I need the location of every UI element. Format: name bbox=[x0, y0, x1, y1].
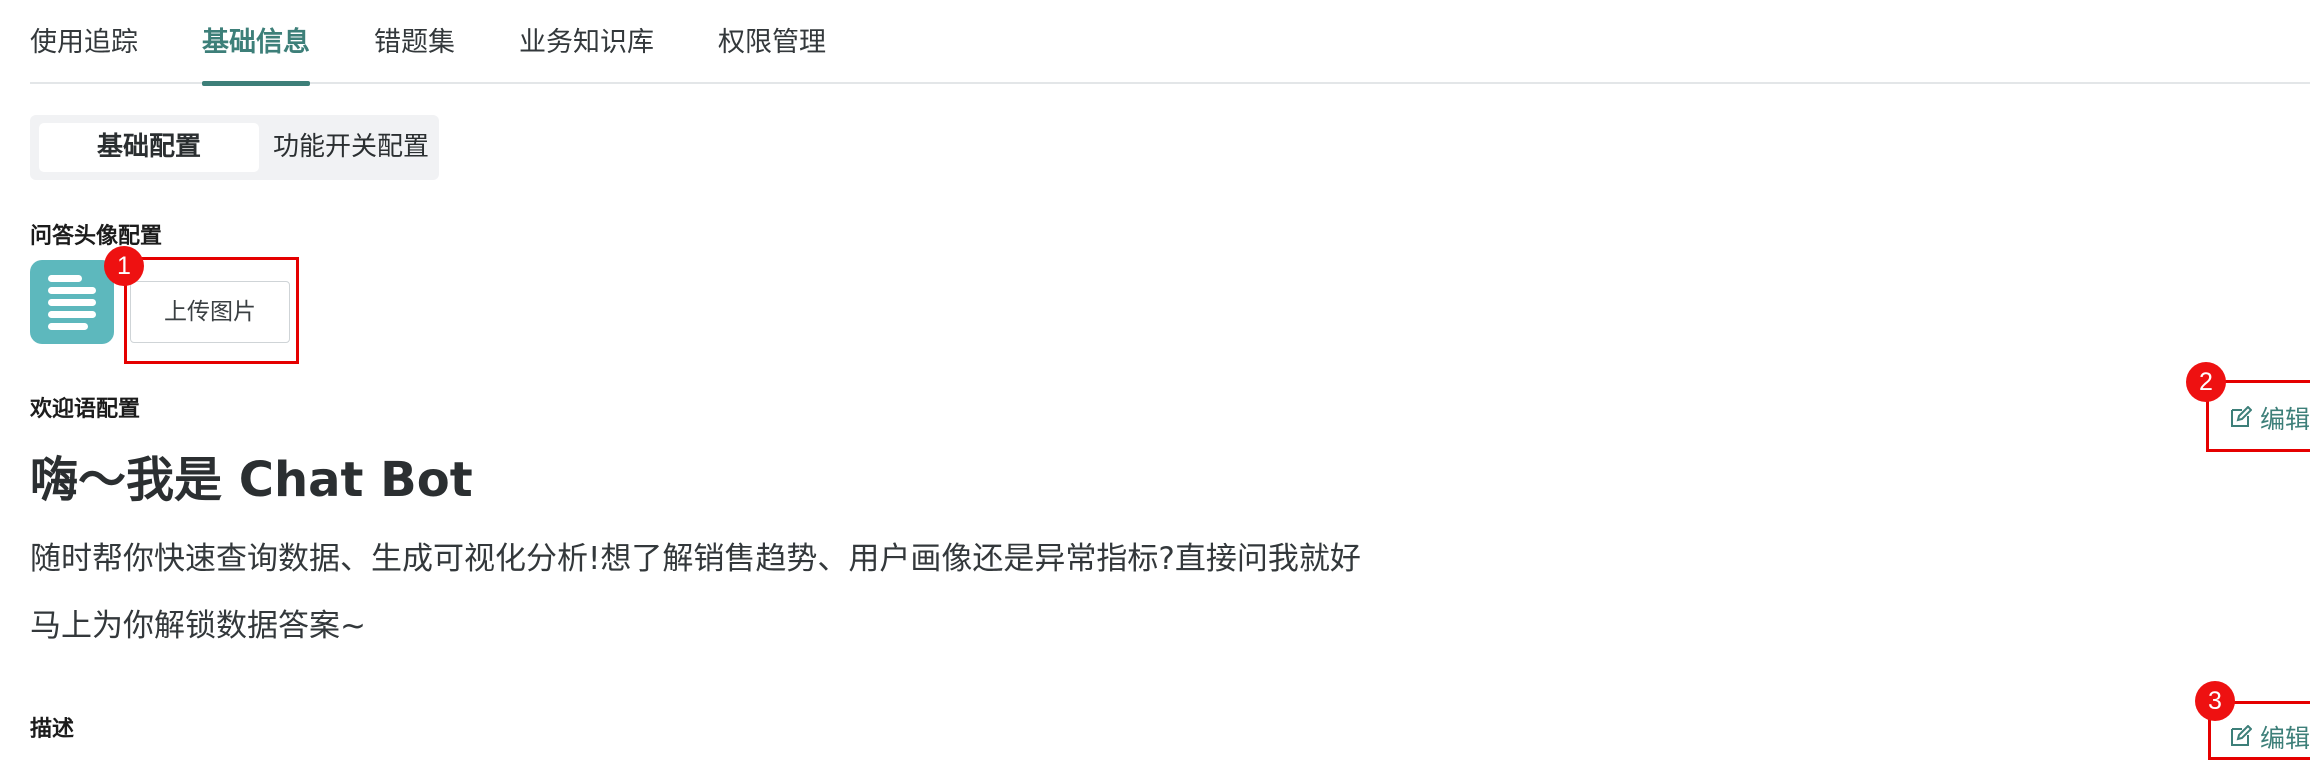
subtab-basic-config[interactable]: 基础配置 bbox=[39, 123, 259, 172]
lines-icon-line bbox=[48, 299, 96, 306]
annotation-badge-2: 2 bbox=[2186, 362, 2226, 402]
lines-icon-line bbox=[48, 323, 88, 330]
highlight-box-1 bbox=[124, 257, 299, 364]
subtab-feature-switch-config[interactable]: 功能开关配置 bbox=[266, 123, 436, 172]
tab-error-collection[interactable]: 错题集 bbox=[374, 20, 455, 84]
annotation-badge-3: 3 bbox=[2195, 681, 2235, 721]
page: 使用追踪 基础信息 错题集 业务知识库 权限管理 基础配置 功能开关配置 问答头… bbox=[0, 0, 2310, 780]
tab-permissions[interactable]: 权限管理 bbox=[718, 20, 826, 84]
tab-basic-info[interactable]: 基础信息 bbox=[202, 20, 310, 86]
annotation-badge-1: 1 bbox=[104, 246, 144, 286]
lines-icon bbox=[48, 275, 82, 282]
lines-icon-line bbox=[48, 311, 96, 318]
description-section-label: 描述 bbox=[30, 717, 75, 742]
welcome-text-line1: 随时帮你快速查询数据、生成可视化分析!想了解销售趋势、用户画像还是异常指标?直接… bbox=[30, 541, 1361, 577]
sub-tab-group: 基础配置 功能开关配置 bbox=[30, 115, 439, 180]
lines-icon-line bbox=[48, 287, 96, 294]
tab-usage-tracking[interactable]: 使用追踪 bbox=[30, 20, 138, 84]
avatar bbox=[30, 260, 114, 344]
welcome-text-line2: 马上为你解锁数据答案~ bbox=[30, 608, 366, 644]
avatar-section-label: 问答头像配置 bbox=[30, 224, 163, 249]
tab-business-knowledge[interactable]: 业务知识库 bbox=[519, 20, 654, 84]
top-tab-bar: 使用追踪 基础信息 错题集 业务知识库 权限管理 bbox=[30, 0, 2310, 86]
welcome-section-label: 欢迎语配置 bbox=[30, 397, 141, 422]
welcome-title: 嗨～我是 Chat Bot bbox=[30, 452, 473, 508]
